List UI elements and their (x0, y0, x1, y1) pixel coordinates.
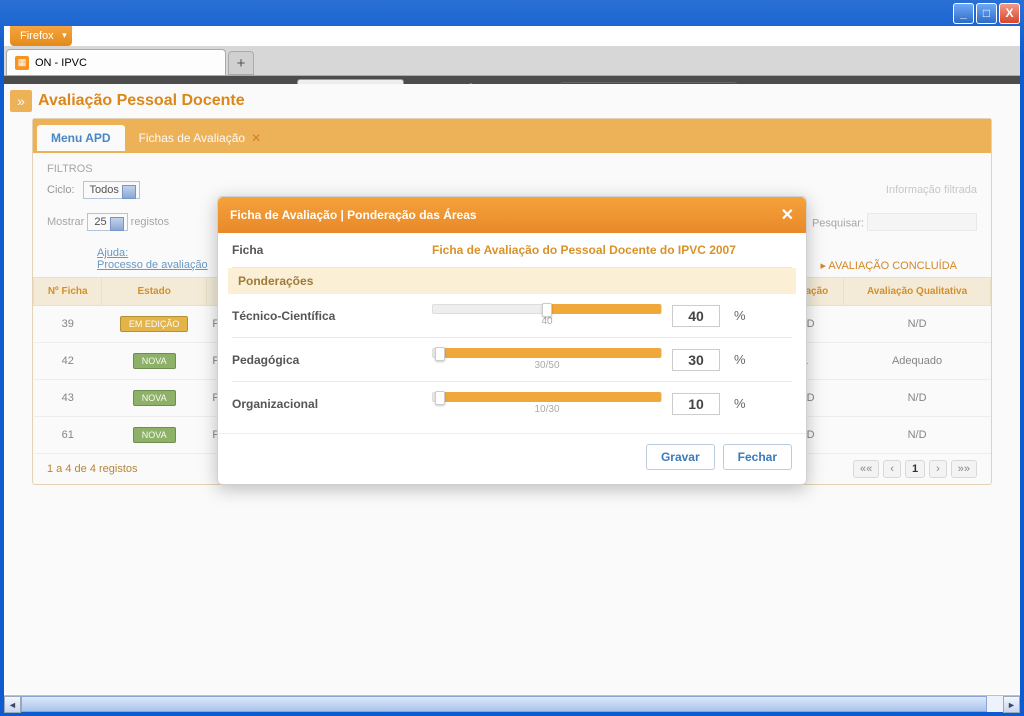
ponderacao-input[interactable] (672, 349, 720, 371)
slider-sublabel: 10/30 (432, 404, 662, 415)
fechar-button[interactable]: Fechar (723, 444, 792, 470)
browser-tab[interactable]: ▦ ON - IPVC (6, 49, 226, 75)
modal-close-button[interactable]: ✕ (781, 205, 794, 225)
firefox-menu-button[interactable]: Firefox (10, 26, 72, 46)
percent-sign: % (734, 308, 746, 323)
tab-favicon-icon: ▦ (15, 56, 29, 70)
ponderacao-slider[interactable] (432, 392, 662, 402)
browser-tabstrip: ▦ ON - IPVC + (4, 46, 1020, 76)
slider-sublabel: 30/50 (432, 360, 662, 371)
scroll-thumb[interactable] (21, 696, 987, 712)
modal-title: Ficha de Avaliação | Ponderação das Área… (230, 208, 477, 222)
modal-overlay: Ficha de Avaliação | Ponderação das Área… (4, 84, 1020, 694)
slider-thumb[interactable] (435, 391, 445, 405)
ponderacao-modal: Ficha de Avaliação | Ponderação das Área… (217, 196, 807, 485)
tab-title: ON - IPVC (35, 57, 87, 69)
ponderacao-slider[interactable] (432, 304, 662, 314)
ponderacao-label: Técnico-Científica (232, 309, 432, 323)
scroll-left-button[interactable]: ◄ (4, 696, 21, 713)
ponderacao-input[interactable] (672, 393, 720, 415)
ponderacao-label: Pedagógica (232, 353, 432, 367)
slider-thumb[interactable] (542, 303, 552, 317)
percent-sign: % (734, 396, 746, 411)
percent-sign: % (734, 352, 746, 367)
window-close-button[interactable]: X (999, 3, 1020, 24)
horizontal-scrollbar[interactable]: ◄ ► (4, 695, 1020, 712)
new-tab-button[interactable]: + (228, 51, 254, 75)
ponderacao-label: Organizacional (232, 397, 432, 411)
modal-ficha-label: Ficha (232, 243, 432, 257)
modal-ponderacoes-section: Ponderações (228, 268, 796, 294)
scroll-right-button[interactable]: ► (1003, 696, 1020, 713)
slider-thumb[interactable] (435, 347, 445, 361)
window-maximize-button[interactable]: □ (976, 3, 997, 24)
ponderacao-input[interactable] (672, 305, 720, 327)
slider-sublabel: 40 (432, 316, 662, 327)
window-minimize-button[interactable]: _ (953, 3, 974, 24)
modal-ficha-value: Ficha de Avaliação do Pessoal Docente do… (432, 243, 736, 257)
gravar-button[interactable]: Gravar (646, 444, 715, 470)
ponderacao-slider[interactable] (432, 348, 662, 358)
window-titlebar: _ □ X (0, 0, 1024, 26)
